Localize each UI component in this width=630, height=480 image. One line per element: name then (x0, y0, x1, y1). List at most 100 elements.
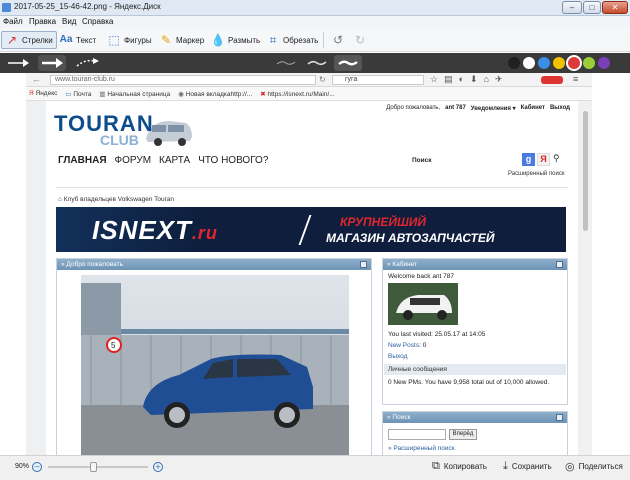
tool-label: Обрезать (283, 35, 319, 45)
menu-view[interactable]: Вид (62, 17, 76, 26)
menu-edit[interactable]: Правка (29, 17, 56, 26)
redo-icon[interactable]: ↻ (353, 33, 367, 47)
logout-link[interactable]: Выход (550, 105, 570, 112)
arrows-tool-button[interactable]: ↗ Стрелки (1, 31, 57, 49)
hamburger-menu-icon[interactable]: ≡ (573, 74, 578, 84)
undo-icon[interactable]: ↺ (331, 33, 345, 47)
private-messages-header: Личные сообщения (384, 364, 566, 375)
bookmark-new-tab[interactable]: ◉ Новая вкладкаhttp://... (178, 90, 252, 98)
user-avatar[interactable] (388, 283, 458, 325)
banner-brand-text: ISNEXT (92, 215, 192, 245)
site-logo[interactable]: TOURAN CLUB (54, 109, 194, 151)
color-swatch[interactable] (568, 57, 580, 69)
search-panel-title: » Поиск (387, 414, 411, 421)
bookmark-yandex[interactable]: Я Яндекс (29, 90, 57, 98)
yandex-search-icon[interactable]: Я (537, 153, 550, 166)
dotted-arrow-style[interactable] (72, 55, 102, 71)
share-button[interactable]: ◎ Поделиться (565, 460, 623, 473)
nav-home[interactable]: ГЛАВНАЯ (58, 155, 107, 166)
notifications-link[interactable]: Уведомления ▾ (471, 105, 516, 112)
tool-label: Маркер (176, 35, 205, 45)
collapse-icon[interactable] (360, 261, 367, 268)
marker-tool-button[interactable]: ✎ Маркер (156, 31, 207, 49)
save-button[interactable]: ⤓ Сохранить (503, 460, 552, 473)
breadcrumb-label[interactable]: Клуб владельцев Volkswagen Touran (64, 196, 174, 203)
menu-file[interactable]: Файл (3, 17, 23, 26)
browser-toolbar-icons[interactable]: ☆▤◐⬇⌂✈ (430, 74, 509, 85)
page-scrollbar[interactable] (581, 101, 590, 455)
google-search-icon[interactable]: g (522, 153, 535, 166)
thick-arrow-icon (42, 58, 63, 68)
color-swatch[interactable] (553, 57, 565, 69)
text-tool-button[interactable]: Aa Текст (56, 31, 99, 49)
pm-status-text: 0 New PMs. You have 9,958 total out of 1… (388, 379, 550, 386)
color-swatch[interactable] (583, 57, 595, 69)
browser-address-bar: ← www.touran-club.ru ↻ гуга ☆▤◐⬇⌂✈ ≡ (26, 73, 592, 87)
forum-search-input[interactable] (388, 429, 446, 440)
advanced-search-link[interactable]: Расширенный поиск (508, 171, 565, 177)
zoom-slider-track[interactable] (48, 462, 148, 472)
search-magnifier-icon[interactable]: ⚲ (553, 153, 560, 164)
ext-badge[interactable] (541, 76, 563, 84)
nav-map[interactable]: КАРТА (159, 155, 190, 166)
isnext-banner[interactable]: ISNEXT.ru КРУПНЕЙШИЙ МАГАЗИН АВТОЗАПЧАСТ… (56, 207, 566, 252)
color-swatch[interactable] (598, 57, 610, 69)
screenshot-canvas[interactable]: ← www.touran-club.ru ↻ гуга ☆▤◐⬇⌂✈ ≡ Я Я… (26, 73, 592, 455)
collapse-icon[interactable] (556, 261, 563, 268)
thick-line-style[interactable] (334, 55, 362, 71)
color-swatch[interactable] (508, 57, 520, 69)
bookmark-isnext[interactable]: ✖ https://isnext.ru/Main/... (260, 90, 334, 98)
minimize-button[interactable]: – (562, 1, 582, 14)
back-icon[interactable]: ← (32, 74, 41, 84)
menubar: Файл Правка Вид Справка (0, 16, 630, 28)
tool-options-bar (0, 53, 630, 73)
thick-arrow-style[interactable] (38, 55, 66, 71)
new-posts-link[interactable]: New Posts (388, 342, 419, 349)
copy-button[interactable]: ⧉ Копировать (432, 460, 487, 473)
nav-whats-new[interactable]: ЧТО НОВОГО? (198, 155, 268, 166)
color-swatch[interactable] (523, 57, 535, 69)
blur-tool-button[interactable]: 💧 Размыть (208, 31, 263, 49)
close-button[interactable]: ✕ (602, 1, 628, 14)
menu-help[interactable]: Справка (82, 17, 113, 26)
username-link[interactable]: ant 787 (445, 105, 466, 112)
maximize-button[interactable]: □ (583, 1, 601, 14)
app-icon (2, 3, 11, 12)
shapes-tool-button[interactable]: ⬚ Фигуры (104, 31, 155, 49)
website-page: TOURAN CLUB Добро пожаловать, ant 787 Ув… (46, 101, 578, 455)
bookmark-mail[interactable]: ▭ Почта (65, 90, 91, 98)
thin-line-style[interactable] (272, 55, 300, 71)
color-swatch[interactable] (538, 57, 550, 69)
copy-icon: ⧉ (432, 460, 440, 472)
welcome-panel-title: » Добро пожаловать (61, 261, 123, 268)
bookmark-label: Почта (73, 91, 92, 98)
crop-tool-icon: ⌗ (269, 33, 277, 47)
thin-arrow-style[interactable] (4, 55, 32, 71)
medium-line-style[interactable] (303, 55, 331, 71)
bookmark-start[interactable]: ▥ Начальная страница (99, 90, 170, 98)
scrollbar-thumb[interactable] (583, 111, 588, 231)
breadcrumb: ⌂ Клуб владельцев Volkswagen Touran (58, 196, 174, 203)
search-panel-header: » Поиск (383, 412, 567, 423)
share-icon: ◎ (565, 461, 575, 473)
tool-label: Текст (76, 35, 97, 45)
search-panel: » Поиск Вперёд » Расширенный поиск (382, 411, 568, 455)
welcome-panel: » Добро пожаловать 5 (56, 258, 372, 455)
logo-club: CLUB (100, 132, 139, 148)
url-field[interactable]: www.touran-club.ru (50, 75, 316, 85)
zoom-slider-thumb[interactable] (89, 462, 97, 472)
site-search-label: Поиск (412, 157, 432, 164)
cabinet-link[interactable]: Кабинет (521, 105, 545, 112)
advanced-search-panel-link[interactable]: » Расширенный поиск (388, 445, 455, 452)
crop-tool-button[interactable]: ⌗ Обрезать (263, 31, 321, 49)
search-go-button[interactable]: Вперёд (449, 429, 477, 440)
reload-icon[interactable]: ↻ (319, 75, 326, 84)
cabinet-logout-link[interactable]: Выход (388, 353, 407, 360)
zoom-out-icon[interactable]: – (32, 462, 42, 472)
zoom-in-icon[interactable]: + (153, 462, 163, 472)
nav-forum[interactable]: ФОРУМ (115, 155, 152, 166)
cabinet-panel-title: » Кабинет (387, 261, 418, 268)
globe-icon: ◉ (178, 91, 186, 98)
collapse-icon[interactable] (556, 414, 563, 421)
browser-search-field[interactable]: гуга (332, 75, 424, 85)
